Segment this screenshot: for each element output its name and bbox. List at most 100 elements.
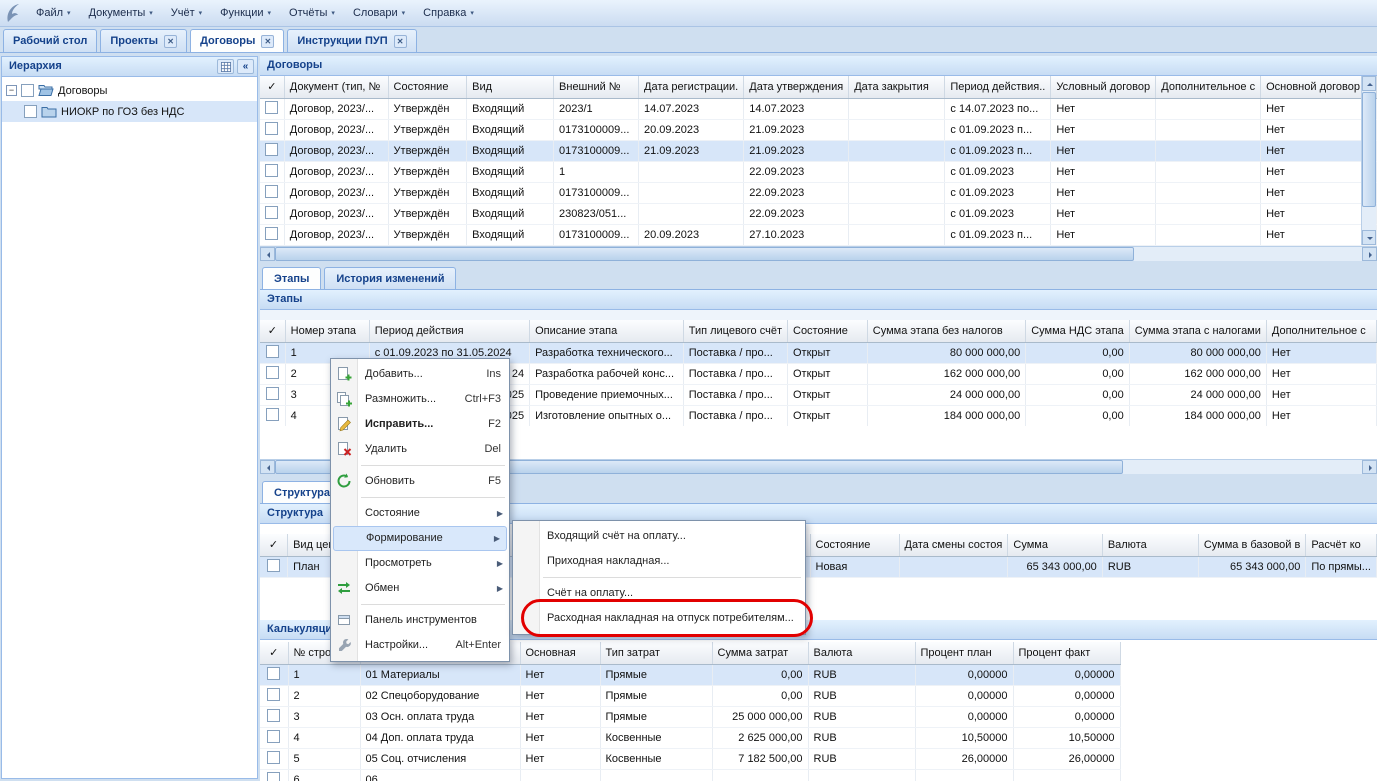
scroll-left-icon[interactable] <box>260 460 275 474</box>
column-header[interactable]: Состояние <box>388 76 467 98</box>
column-header[interactable]: Процент план <box>915 642 1013 664</box>
select-all-header[interactable]: ✓ <box>260 320 285 342</box>
tab-change-history[interactable]: История изменений <box>324 267 456 289</box>
contract-row[interactable]: Договор, 2023/...УтверждёнВходящий017310… <box>260 182 1377 203</box>
row-checkbox[interactable] <box>265 227 278 240</box>
column-header[interactable]: Тип затрат <box>600 642 712 664</box>
column-header[interactable]: Состояние <box>788 320 868 342</box>
calculation-row[interactable]: 606 ... <box>260 769 1120 781</box>
calculation-row[interactable]: 303 Осн. оплата трудаНетПрямые25 000 000… <box>260 706 1120 727</box>
column-header[interactable]: Период действия.. <box>945 76 1051 98</box>
column-header[interactable]: Внешний № <box>554 76 639 98</box>
tab-stages[interactable]: Этапы <box>262 267 321 289</box>
column-header[interactable]: Дополнительное с <box>1156 76 1261 98</box>
grid-view-icon[interactable] <box>217 59 234 74</box>
submenu-item-invoice[interactable]: Счёт на оплату... <box>513 581 805 606</box>
column-header[interactable]: Номер этапа <box>285 320 369 342</box>
menu-item-refresh[interactable]: F5Обновить <box>331 469 509 494</box>
select-all-header[interactable]: ✓ <box>260 534 288 556</box>
row-checkbox[interactable] <box>267 751 280 764</box>
contract-row[interactable]: Договор, 2023/...УтверждёнВходящий230823… <box>260 203 1377 224</box>
column-header[interactable]: Основной договор <box>1261 76 1366 98</box>
column-header[interactable]: Тип лицевого счёт <box>683 320 787 342</box>
tree-node-niokr[interactable]: НИОКР по ГОЗ без НДС <box>2 101 257 122</box>
column-header[interactable]: Дата регистрации. <box>639 76 744 98</box>
row-checkbox[interactable] <box>267 709 280 722</box>
contract-row[interactable]: Договор, 2023/...УтверждёнВходящий017310… <box>260 224 1377 245</box>
submenu-item-expense-note[interactable]: Расходная накладная на отпуск потребител… <box>513 606 805 631</box>
row-checkbox[interactable] <box>265 164 278 177</box>
contract-row[interactable]: Договор, 2023/...УтверждёнВходящий122.09… <box>260 161 1377 182</box>
menu-item-add[interactable]: InsДобавить... <box>331 362 509 387</box>
select-all-header[interactable]: ✓ <box>260 76 284 98</box>
menu-file[interactable]: Файл▾ <box>27 3 80 23</box>
menu-dictionaries[interactable]: Словари▾ <box>344 3 414 23</box>
column-header[interactable]: Сумма в базовой в <box>1198 534 1305 556</box>
column-header[interactable]: Вид <box>467 76 554 98</box>
contract-row[interactable]: Договор, 2023/...УтверждёнВходящий017310… <box>260 140 1377 161</box>
menu-item-delete[interactable]: DelУдалить <box>331 437 509 462</box>
scroll-right-icon[interactable] <box>1362 247 1377 261</box>
column-header[interactable]: Сумма <box>1008 534 1102 556</box>
contract-row[interactable]: Договор, 2023/...УтверждёнВходящий2023/1… <box>260 98 1377 119</box>
menu-item-formation[interactable]: Формирование▶ <box>333 526 507 551</box>
calculation-row[interactable]: 202 СпецоборудованиеНетПрямые0,00RUB0,00… <box>260 685 1120 706</box>
column-header[interactable]: Расчёт ко <box>1306 534 1377 556</box>
column-header[interactable]: Условный договор <box>1051 76 1156 98</box>
row-checkbox[interactable] <box>267 559 280 572</box>
row-checkbox[interactable] <box>266 366 279 379</box>
scroll-right-icon[interactable] <box>1362 460 1377 474</box>
row-checkbox[interactable] <box>266 387 279 400</box>
row-checkbox[interactable] <box>266 345 279 358</box>
column-header[interactable]: Описание этапа <box>530 320 684 342</box>
close-icon[interactable]: ✕ <box>394 35 407 48</box>
scroll-down-icon[interactable] <box>1362 230 1376 245</box>
row-checkbox[interactable] <box>267 688 280 701</box>
tab-projects[interactable]: Проекты✕ <box>100 29 187 52</box>
menu-reports[interactable]: Отчёты▾ <box>280 3 344 23</box>
row-checkbox[interactable] <box>267 667 280 680</box>
menu-help[interactable]: Справка▾ <box>414 3 483 23</box>
column-header[interactable]: Основная <box>520 642 600 664</box>
calculation-row[interactable]: 505 Соц. отчисленияНетКосвенные7 182 500… <box>260 748 1120 769</box>
menu-item-edit[interactable]: F2Исправить... <box>331 412 509 437</box>
column-header[interactable]: Валюта <box>1102 534 1198 556</box>
row-checkbox[interactable] <box>265 206 278 219</box>
vertical-scrollbar[interactable] <box>1361 76 1376 245</box>
tab-instructions[interactable]: Инструкции ПУП✕ <box>287 29 416 52</box>
contract-row[interactable]: Договор, 2023/...УтверждёнВходящий017310… <box>260 119 1377 140</box>
menu-functions[interactable]: Функции▾ <box>211 3 280 23</box>
submenu-item-incoming-invoice[interactable]: Входящий счёт на оплату... <box>513 524 805 549</box>
menu-item-toolbar[interactable]: Панель инструментов <box>331 608 509 633</box>
collapse-node-icon[interactable]: − <box>6 85 17 96</box>
row-checkbox[interactable] <box>267 772 280 781</box>
column-header[interactable]: Дата закрытия <box>849 76 945 98</box>
scrollbar-thumb[interactable] <box>275 247 1134 261</box>
menu-item-exchange[interactable]: Обмен▶ <box>331 576 509 601</box>
column-header[interactable]: Валюта <box>808 642 915 664</box>
calculation-row[interactable]: 404 Доп. оплата трудаНетКосвенные2 625 0… <box>260 727 1120 748</box>
column-header[interactable]: Сумма этапа с налогами <box>1129 320 1266 342</box>
column-header[interactable]: Дата смены состоя <box>899 534 1008 556</box>
tree-node-contracts[interactable]: − Договоры <box>2 80 257 101</box>
column-header[interactable]: Процент факт <box>1013 642 1120 664</box>
node-checkbox[interactable] <box>24 105 37 118</box>
column-header[interactable]: Сумма этапа без налогов <box>867 320 1025 342</box>
scroll-up-icon[interactable] <box>1362 76 1376 91</box>
menu-item-duplicate[interactable]: Ctrl+F3Размножить... <box>331 387 509 412</box>
column-header[interactable]: Сумма НДС этапа <box>1026 320 1130 342</box>
column-header[interactable]: Документ (тип, № <box>284 76 388 98</box>
row-checkbox[interactable] <box>267 730 280 743</box>
column-header[interactable]: Период действия <box>369 320 529 342</box>
menu-item-settings[interactable]: Alt+EnterНастройки... <box>331 633 509 658</box>
tab-contracts[interactable]: Договоры✕ <box>190 29 284 52</box>
row-checkbox[interactable] <box>265 185 278 198</box>
scrollbar-thumb[interactable] <box>1362 92 1376 207</box>
menu-item-view[interactable]: Просмотреть▶ <box>331 551 509 576</box>
collapse-panel-icon[interactable]: « <box>237 59 254 74</box>
row-checkbox[interactable] <box>265 122 278 135</box>
row-checkbox[interactable] <box>266 408 279 421</box>
menu-item-state[interactable]: Состояние▶ <box>331 501 509 526</box>
column-header[interactable]: Сумма затрат <box>712 642 808 664</box>
close-icon[interactable]: ✕ <box>164 35 177 48</box>
